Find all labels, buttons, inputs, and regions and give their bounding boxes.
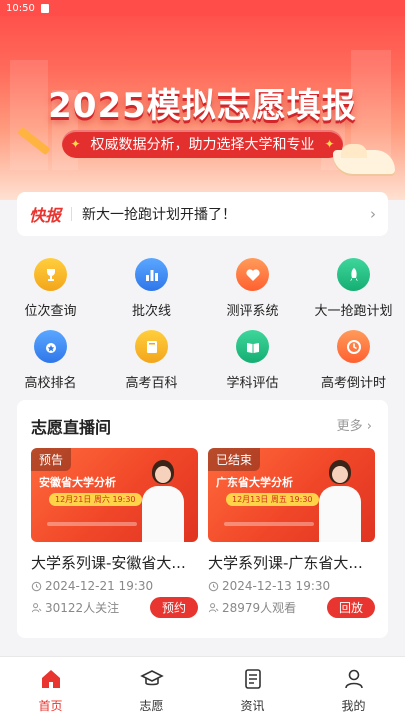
graduation-cap-icon bbox=[139, 667, 164, 691]
rocket-icon bbox=[337, 258, 370, 291]
user-icon bbox=[342, 667, 366, 691]
grid-item-freshman-plan[interactable]: 大一抢跑计划 bbox=[303, 254, 404, 322]
bottom-tab-bar: 首页 志愿 资讯 我的 bbox=[0, 656, 405, 720]
people-icon bbox=[31, 603, 42, 613]
live-card-time-text: 2024-12-13 19:30 bbox=[222, 579, 331, 593]
grid-item-label: 大一抢跑计划 bbox=[314, 304, 393, 319]
sim-icon bbox=[40, 3, 49, 13]
bar-chart-icon bbox=[135, 258, 168, 291]
presenter-photo bbox=[317, 460, 363, 542]
star-icon: ✦ bbox=[70, 137, 81, 151]
live-thumbnail[interactable]: 已结束 广东省大学分析 12月13日 周五 19:30 bbox=[208, 448, 375, 542]
live-card-title: 大学系列课-安徽省大... bbox=[31, 554, 186, 572]
live-card[interactable]: 预告 安徽省大学分析 12月21日 周六 19:30 大学系列课-安徽省大...… bbox=[31, 448, 198, 618]
home-icon bbox=[39, 667, 63, 691]
live-section: 志愿直播间 更多 › 预告 安徽省大学分析 12月21日 周六 19:30 大学… bbox=[17, 400, 388, 638]
news-tag: 快报 bbox=[29, 206, 62, 225]
hero-banner[interactable]: 2025模拟志愿填报 ✦ 权威数据分析，助力选择大学和专业 ✦ bbox=[0, 0, 405, 200]
grid-item-label: 位次查询 bbox=[24, 304, 77, 319]
live-card-time: 2024-12-13 19:30 bbox=[208, 579, 375, 593]
chevron-right-icon: › bbox=[370, 205, 376, 223]
news-ticker[interactable]: 快报 新大一抢跑计划开播了！ › bbox=[17, 192, 388, 236]
grid-item-label: 测评系统 bbox=[226, 304, 279, 319]
grid-item-label: 学科评估 bbox=[226, 376, 279, 391]
grid-item-assessment[interactable]: 测评系统 bbox=[202, 254, 303, 322]
grid-item-rank-query[interactable]: 位次查询 bbox=[0, 254, 101, 322]
hero-title: 2025模拟志愿填报 bbox=[48, 86, 357, 126]
tab-label: 志愿 bbox=[139, 699, 164, 713]
trophy-icon bbox=[34, 258, 67, 291]
status-time: 10:50 bbox=[6, 2, 35, 14]
medal-star-icon bbox=[34, 330, 67, 363]
live-card-meta-text: 28979人观看 bbox=[222, 601, 297, 615]
thumbnail-date: 12月21日 周六 19:30 bbox=[49, 493, 142, 506]
chevron-right-icon: › bbox=[366, 419, 372, 434]
tab-news[interactable]: 资讯 bbox=[202, 657, 303, 720]
thumbnail-footer-line bbox=[224, 522, 314, 526]
tab-home[interactable]: 首页 bbox=[0, 657, 101, 720]
tab-label: 资讯 bbox=[240, 699, 265, 713]
thumbnail-footer-line bbox=[47, 522, 137, 526]
news-doc-icon bbox=[241, 667, 265, 691]
grid-item-label: 高考倒计时 bbox=[320, 376, 386, 391]
tab-profile[interactable]: 我的 bbox=[303, 657, 404, 720]
live-card-meta-text: 30122人关注 bbox=[45, 601, 120, 615]
live-card[interactable]: 已结束 广东省大学分析 12月13日 周五 19:30 大学系列课-广东省大..… bbox=[208, 448, 375, 618]
clock-icon bbox=[31, 581, 42, 591]
replay-button[interactable]: 回放 bbox=[327, 597, 375, 618]
live-status-badge: 已结束 bbox=[208, 448, 261, 471]
star-icon: ✦ bbox=[324, 137, 335, 151]
grid-item-label: 批次线 bbox=[131, 304, 171, 319]
grid-item-university-ranking[interactable]: 高校排名 bbox=[0, 326, 101, 394]
hero-subtitle-pill: ✦ 权威数据分析，助力选择大学和专业 ✦ bbox=[62, 130, 343, 158]
more-label: 更多 bbox=[336, 419, 363, 434]
book-decoration bbox=[333, 144, 395, 174]
grid-item-label: 高考百科 bbox=[125, 376, 178, 391]
tab-volunteer[interactable]: 志愿 bbox=[101, 657, 202, 720]
open-book-icon bbox=[236, 330, 269, 363]
live-card-title: 大学系列课-广东省大... bbox=[208, 554, 363, 572]
tab-label: 我的 bbox=[341, 699, 366, 713]
hero-subtitle: 权威数据分析，助力选择大学和专业 bbox=[90, 137, 315, 153]
live-thumbnail[interactable]: 预告 安徽省大学分析 12月21日 周六 19:30 bbox=[31, 448, 198, 542]
presenter-photo bbox=[140, 460, 186, 542]
live-section-title: 志愿直播间 bbox=[31, 418, 112, 437]
tab-label: 首页 bbox=[38, 699, 63, 713]
status-bar: 10:50 bbox=[0, 0, 405, 16]
news-text: 新大一抢跑计划开播了！ bbox=[82, 207, 237, 223]
people-icon bbox=[208, 603, 219, 613]
grid-item-label: 高校排名 bbox=[24, 376, 77, 391]
clock-icon bbox=[337, 330, 370, 363]
book-icon bbox=[135, 330, 168, 363]
grid-item-gaokao-countdown[interactable]: 高考倒计时 bbox=[303, 326, 404, 394]
clock-icon bbox=[208, 581, 219, 591]
news-divider bbox=[71, 207, 73, 221]
more-link[interactable]: 更多 › bbox=[337, 415, 372, 434]
feature-grid: 位次查询 批次线 测评系统 大一抢跑计划 高校排名 高考百科 学科评估 高考倒计… bbox=[0, 254, 405, 394]
live-card-time-text: 2024-12-21 19:30 bbox=[45, 579, 154, 593]
grid-item-subject-evaluation[interactable]: 学科评估 bbox=[202, 326, 303, 394]
heart-icon bbox=[236, 258, 269, 291]
thumbnail-date: 12月13日 周五 19:30 bbox=[226, 493, 319, 506]
reserve-button[interactable]: 预约 bbox=[150, 597, 198, 618]
grid-item-batch-line[interactable]: 批次线 bbox=[101, 254, 202, 322]
thumbnail-title: 广东省大学分析 bbox=[216, 476, 293, 489]
thumbnail-title: 安徽省大学分析 bbox=[39, 476, 116, 489]
live-status-badge: 预告 bbox=[31, 448, 72, 471]
live-card-time: 2024-12-21 19:30 bbox=[31, 579, 198, 593]
grid-item-gaokao-wiki[interactable]: 高考百科 bbox=[101, 326, 202, 394]
